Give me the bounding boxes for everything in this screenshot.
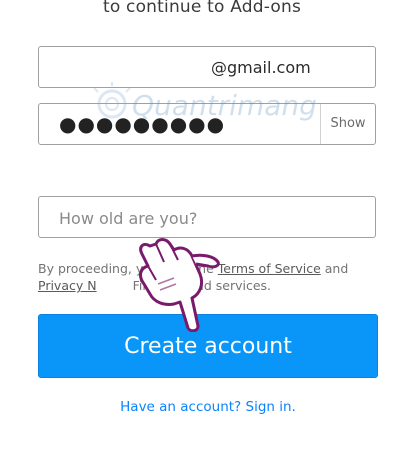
watermark-logo: Quantrimang <box>93 82 317 122</box>
pointing-hand-icon <box>139 238 220 332</box>
age-placeholder: How old are you? <box>59 209 198 228</box>
page-subtitle: to continue to Add-ons <box>102 0 302 17</box>
terms-link[interactable]: Terms of Service <box>218 261 321 276</box>
sign-in-link[interactable]: Have an account? Sign in. <box>0 399 404 415</box>
signup-page: to continue to Add-ons @gmail.com ●●●●●●… <box>0 0 404 450</box>
legal-prefix: By proceeding, y <box>38 261 144 276</box>
privacy-link[interactable]: Privacy N <box>38 278 97 293</box>
show-password-button[interactable]: Show <box>320 104 375 144</box>
email-value: @gmail.com <box>211 58 311 77</box>
watermark-text: Quantrimang <box>132 89 317 122</box>
legal-and: and <box>324 261 349 276</box>
